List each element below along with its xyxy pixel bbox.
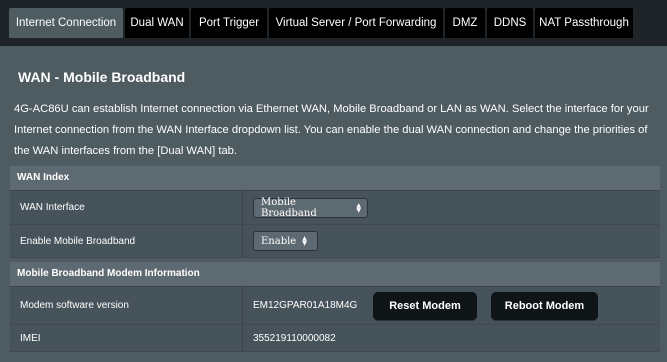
updown-arrows-icon: ▲ ▼ xyxy=(356,201,361,214)
row-enable-mobile-broadband: Enable Mobile Broadband Enable ▲ ▼ xyxy=(10,225,660,258)
tab-list: Internet Connection Dual WAN Port Trigge… xyxy=(9,8,633,38)
modem-software-version-label: Modem software version xyxy=(10,287,243,324)
enable-selected-value: Enable xyxy=(261,235,297,247)
imei-label: IMEI xyxy=(10,325,243,351)
tab-dual-wan[interactable]: Dual WAN xyxy=(125,8,189,38)
enable-mobile-broadband-label: Enable Mobile Broadband xyxy=(10,225,243,257)
tab-virtual-server[interactable]: Virtual Server / Port Forwarding xyxy=(269,8,443,38)
row-modem-software-version: Modem software version EM12GPAR01A18M4G … xyxy=(10,287,660,325)
page-description: 4G-AC86U can establish Internet connecti… xyxy=(14,103,649,157)
tab-internet-connection[interactable]: Internet Connection xyxy=(9,8,123,38)
imei-value: 355219110000082 xyxy=(253,332,336,344)
modem-software-version-value: EM12GPAR01A18M4G xyxy=(253,300,358,311)
wan-interface-select[interactable]: Mobile Broadband ▲ ▼ xyxy=(253,196,368,219)
row-imei: IMEI 355219110000082 xyxy=(10,325,660,352)
tab-nat-passthrough[interactable]: NAT Passthrough xyxy=(535,8,633,38)
tab-bar: Internet Connection Dual WAN Port Trigge… xyxy=(0,0,667,46)
row-wan-interface: WAN Interface Mobile Broadband ▲ ▼ xyxy=(10,191,660,225)
tab-dmz[interactable]: DMZ xyxy=(445,8,485,38)
enable-mobile-broadband-cell: Enable ▲ ▼ xyxy=(243,225,660,257)
wan-interface-label: WAN Interface xyxy=(10,191,243,224)
enable-mobile-broadband-select[interactable]: Enable ▲ ▼ xyxy=(253,231,318,251)
wan-interface-cell: Mobile Broadband ▲ ▼ xyxy=(243,191,660,224)
reset-modem-button[interactable]: Reset Modem xyxy=(373,291,477,320)
wan-interface-selected-value: Mobile Broadband xyxy=(261,196,317,219)
modem-software-version-cell: EM12GPAR01A18M4G Reset Modem Reboot Mode… xyxy=(243,287,660,324)
section-header-wan-index: WAN Index xyxy=(10,166,660,191)
reboot-modem-button[interactable]: Reboot Modem xyxy=(491,291,598,320)
page-title: WAN - Mobile Broadband xyxy=(18,69,186,85)
tab-ddns[interactable]: DDNS xyxy=(487,8,533,38)
imei-cell: 355219110000082 xyxy=(243,325,660,351)
tab-port-trigger[interactable]: Port Trigger xyxy=(191,8,267,38)
section-header-modem-info: Mobile Broadband Modem Information xyxy=(10,262,660,287)
router-settings-page: Internet Connection Dual WAN Port Trigge… xyxy=(0,0,667,362)
settings-table: WAN Index WAN Interface Mobile Broadband… xyxy=(10,166,660,352)
updown-arrows-icon: ▲ ▼ xyxy=(302,235,307,247)
